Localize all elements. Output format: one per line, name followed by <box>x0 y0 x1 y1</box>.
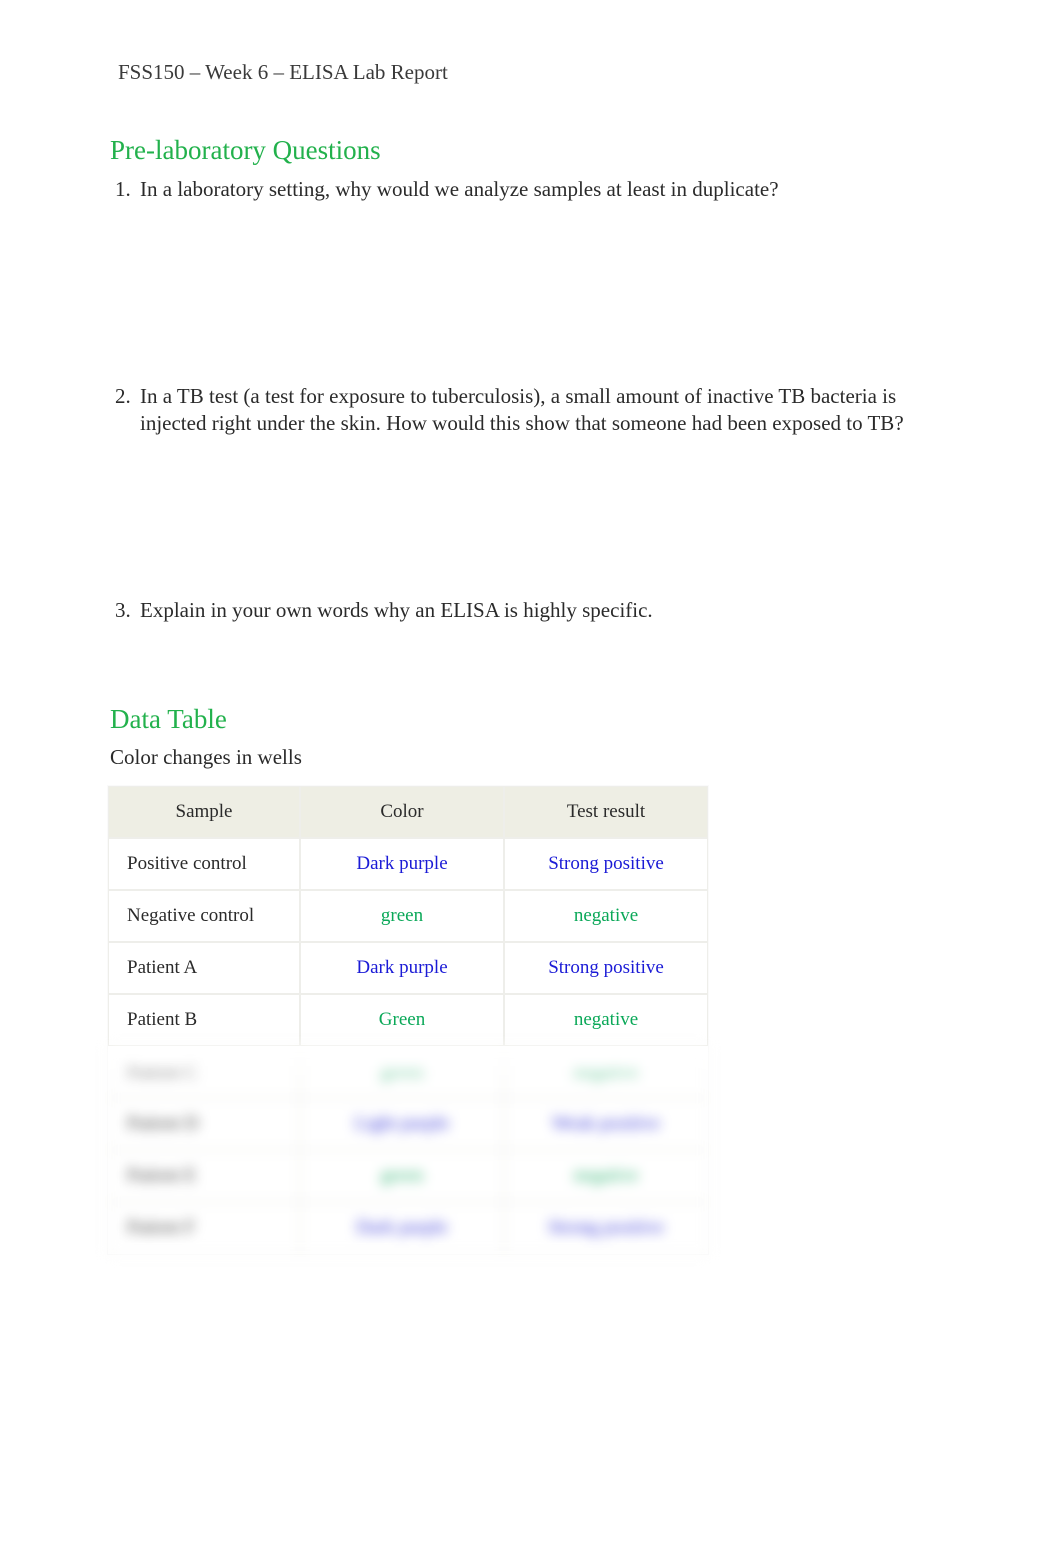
table-row: Positive control Dark purple Strong posi… <box>108 838 708 890</box>
cell-result: Strong positive <box>504 838 708 890</box>
cell-sample: Patient D <box>108 1098 300 1150</box>
col-color: Color <box>300 786 504 838</box>
preview-fade <box>108 1046 708 1254</box>
table-row: Negative control green negative <box>108 890 708 942</box>
cell-sample: Positive control <box>108 838 300 890</box>
cell-color: Dark purple <box>300 1202 504 1254</box>
data-table: Sample Color Test result Positive contro… <box>108 786 708 1046</box>
table-row: Patient B Green negative <box>108 994 708 1046</box>
table-row: Patient D Light purple Weak positive <box>108 1098 708 1150</box>
table-row: Patient C green negative <box>108 1046 708 1098</box>
page-title: FSS150 – Week 6 – ELISA Lab Report <box>118 60 952 85</box>
cell-sample: Negative control <box>108 890 300 942</box>
table-row: Patient A Dark purple Strong positive <box>108 942 708 994</box>
question-2: In a TB test (a test for exposure to tub… <box>136 383 952 437</box>
data-table-subheading: Color changes in wells <box>110 745 952 770</box>
obscured-preview: Patient C green negative Patient D Light… <box>108 1046 708 1254</box>
table-row: Patient E green negative <box>108 1150 708 1202</box>
cell-result: negative <box>504 890 708 942</box>
cell-result: Strong positive <box>504 942 708 994</box>
cell-sample: Patient C <box>108 1046 300 1098</box>
data-table-heading: Data Table <box>110 704 952 735</box>
col-sample: Sample <box>108 786 300 838</box>
col-result: Test result <box>504 786 708 838</box>
cell-color: green <box>300 890 504 942</box>
cell-color: Dark purple <box>300 838 504 890</box>
cell-sample: Patient F <box>108 1202 300 1254</box>
cell-sample: Patient A <box>108 942 300 994</box>
cell-result: negative <box>504 994 708 1046</box>
question-3: Explain in your own words why an ELISA i… <box>136 597 952 624</box>
cell-result: negative <box>504 1150 708 1202</box>
cell-result: Strong positive <box>504 1202 708 1254</box>
question-list: In a laboratory setting, why would we an… <box>110 176 952 624</box>
cell-result: negative <box>504 1046 708 1098</box>
cell-color: Light purple <box>300 1098 504 1150</box>
prelab-heading: Pre-laboratory Questions <box>110 135 952 166</box>
cell-color: Green <box>300 994 504 1046</box>
cell-sample: Patient B <box>108 994 300 1046</box>
data-table-wrapper: Sample Color Test result Positive contro… <box>108 786 708 1254</box>
data-table-obscured: Patient C green negative Patient D Light… <box>108 1046 708 1254</box>
page: FSS150 – Week 6 – ELISA Lab Report Pre-l… <box>0 0 1062 1561</box>
cell-color: green <box>300 1150 504 1202</box>
cell-color: green <box>300 1046 504 1098</box>
table-header-row: Sample Color Test result <box>108 786 708 838</box>
table-row: Patient F Dark purple Strong positive <box>108 1202 708 1254</box>
cell-sample: Patient E <box>108 1150 300 1202</box>
cell-color: Dark purple <box>300 942 504 994</box>
cell-result: Weak positive <box>504 1098 708 1150</box>
question-1: In a laboratory setting, why would we an… <box>136 176 952 203</box>
